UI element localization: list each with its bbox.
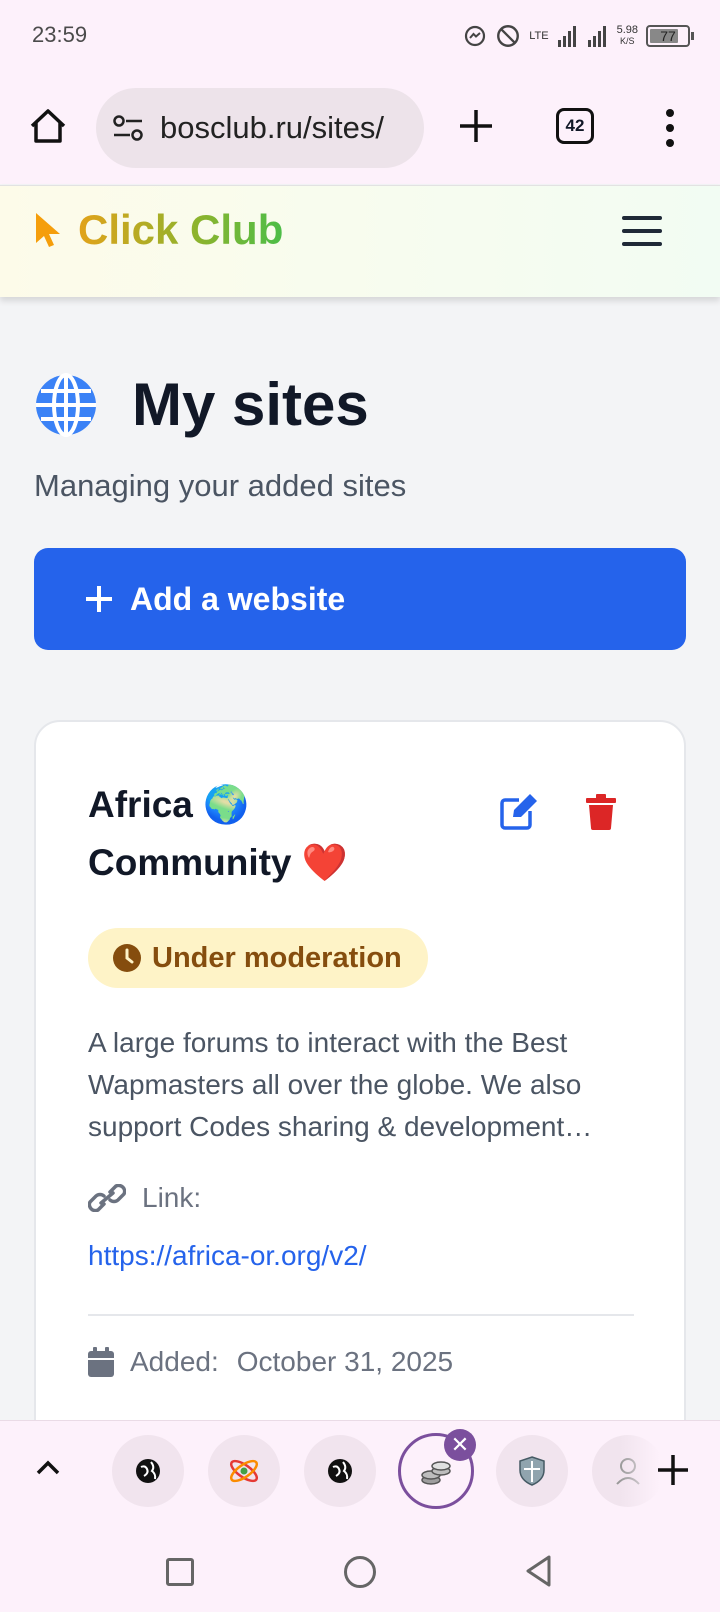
tab-thumb-2[interactable] (208, 1435, 280, 1507)
add-tab-icon[interactable] (656, 1453, 690, 1487)
site-card-title: Africa 🌍 Community ❤️ (88, 784, 348, 883)
added-label: Added: (130, 1346, 219, 1377)
signal-icon-2 (587, 26, 606, 47)
site-settings-icon[interactable] (112, 114, 146, 142)
browser-menu-icon[interactable] (664, 108, 676, 148)
recents-icon[interactable] (166, 1558, 194, 1586)
link-label: Link: (142, 1182, 202, 1213)
site-card: Africa 🌍 Community ❤️ Under moderation A… (34, 720, 686, 1460)
close-tab-icon[interactable]: ✕ (444, 1429, 476, 1461)
added-date: October 31, 2025 (236, 1346, 454, 1377)
site-brand: Click Club (78, 206, 284, 253)
added-date-row: Added: October 31, 2025 (88, 1346, 453, 1378)
status-bar: 23:59 LTE 5.98 K/S 77 (0, 0, 720, 72)
coins-icon (421, 1461, 451, 1485)
card-divider (88, 1314, 634, 1316)
shield-icon (519, 1456, 545, 1486)
site-link[interactable]: https://africa-or.org/v2/ (88, 1240, 367, 1272)
tab-thumb-5[interactable] (496, 1435, 568, 1507)
battery-indicator: 77 (646, 25, 694, 47)
network-speed: 5.98 K/S (616, 24, 638, 47)
signal-icon (557, 26, 576, 47)
do-not-disturb-icon (497, 25, 520, 47)
back-icon[interactable] (524, 1554, 552, 1588)
site-link-row: Link: (88, 1182, 201, 1214)
messenger-notification-icon (465, 25, 486, 47)
status-badge: Under moderation (88, 928, 428, 988)
status-time: 23:59 (32, 22, 88, 47)
edit-icon[interactable] (500, 794, 538, 830)
plus-icon (86, 586, 112, 612)
status-badge-label: Under moderation (152, 941, 402, 974)
clock-icon (113, 944, 141, 972)
site-logo[interactable]: Click Club (34, 206, 283, 254)
add-website-button[interactable]: Add a website (34, 548, 686, 650)
browser-toolbar: bosclub.ru/sites/ 42 (0, 72, 720, 184)
status-icons: LTE 5.98 K/S 77 (463, 22, 694, 50)
page-title: My sites (132, 371, 369, 438)
globe-icon (36, 372, 96, 437)
network-type: LTE (529, 29, 549, 42)
hamburger-menu-icon[interactable] (622, 216, 662, 250)
tab-strip: ✕ (0, 1420, 720, 1524)
link-icon (88, 1184, 126, 1212)
home-nav-icon[interactable] (344, 1556, 376, 1588)
calendar-icon (88, 1347, 114, 1377)
page-title-row: My sites (34, 370, 369, 439)
globe-icon (328, 1459, 352, 1483)
delete-icon[interactable] (586, 794, 616, 830)
system-nav-bar (0, 1524, 720, 1612)
globe-icon (136, 1459, 160, 1483)
site-description: A large forums to interact with the Best… (88, 1027, 593, 1142)
page-subtitle: Managing your added sites (34, 468, 407, 503)
home-icon[interactable] (28, 106, 68, 146)
url-text: bosclub.ru/sites/ (160, 110, 384, 145)
tab-thumb-1[interactable] (112, 1435, 184, 1507)
chevron-up-icon[interactable] (34, 1457, 62, 1477)
tab-switcher-button[interactable]: 42 (556, 108, 594, 144)
tab-thumb-3[interactable] (304, 1435, 376, 1507)
heart-atom-icon (229, 1459, 259, 1483)
add-website-label: Add a website (130, 580, 346, 617)
site-header: Click Club (0, 185, 720, 297)
cursor-icon (36, 213, 60, 247)
address-bar[interactable]: bosclub.ru/sites/ (96, 88, 424, 168)
new-tab-icon[interactable] (456, 106, 496, 146)
